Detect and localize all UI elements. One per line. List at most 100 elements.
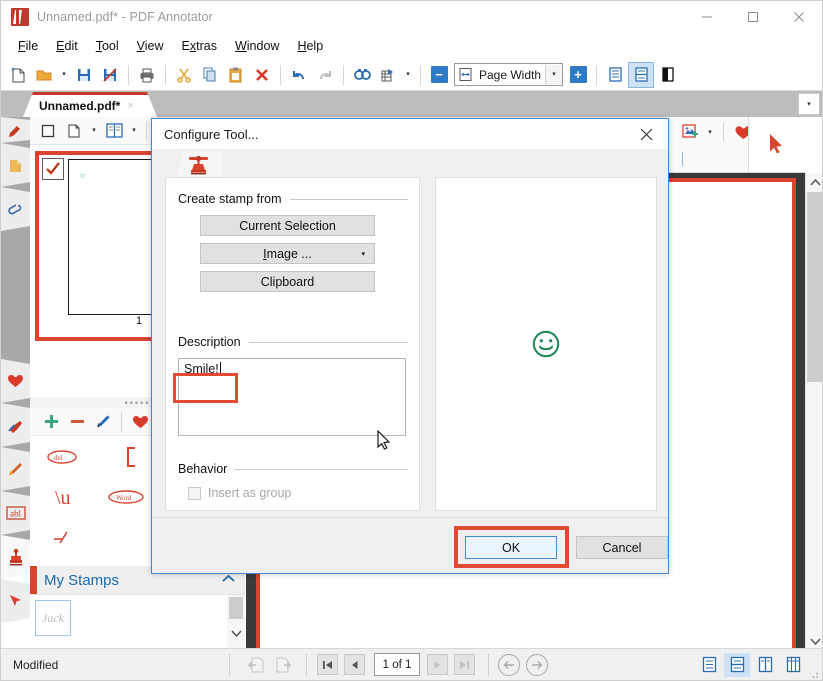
- new-document-icon[interactable]: [5, 62, 31, 88]
- clipboard-button[interactable]: Clipboard: [200, 271, 375, 292]
- find-icon[interactable]: [349, 62, 375, 88]
- stamp-item-bracket-left[interactable]: [108, 440, 156, 474]
- rail-tab-bookmarks[interactable]: [1, 117, 30, 143]
- view-mode-single[interactable]: [696, 653, 722, 677]
- my-stamps-scroll-thumb[interactable]: [229, 597, 243, 619]
- rail-tab-markers[interactable]: [1, 403, 30, 447]
- stamp-item-oval-1[interactable]: del: [38, 440, 86, 474]
- save-icon[interactable]: [71, 62, 97, 88]
- undo-icon[interactable]: [286, 62, 312, 88]
- facing-view-icon[interactable]: [654, 62, 680, 88]
- remove-stamp-icon[interactable]: [64, 409, 90, 435]
- tab-overflow-caret[interactable]: ▾: [798, 93, 820, 115]
- image-button[interactable]: Image ... ▾: [200, 243, 375, 264]
- menu-tool[interactable]: Tool: [87, 36, 128, 56]
- svg-text:\u00b6: \u00b6: [55, 487, 70, 509]
- cursor-preview-pane: [748, 117, 806, 172]
- favorite-stamp-heart-icon[interactable]: [127, 409, 153, 435]
- insert-page-icon[interactable]: [61, 118, 87, 144]
- navigate-back-button[interactable]: [498, 653, 520, 676]
- menu-view[interactable]: View: [128, 36, 173, 56]
- view-mode-grid[interactable]: [780, 653, 806, 677]
- previous-document-button[interactable]: [244, 654, 268, 676]
- menu-edit[interactable]: Edit: [47, 36, 87, 56]
- main-toolbar: ▾ ▾ − Page Width ▾ +: [1, 59, 822, 91]
- page-sort-icon[interactable]: [375, 62, 401, 88]
- zoom-out-button[interactable]: −: [426, 62, 452, 88]
- open-document-icon[interactable]: [31, 62, 57, 88]
- continuous-view-icon[interactable]: [628, 61, 655, 88]
- resize-grip[interactable]: [809, 668, 819, 678]
- rail-tab-pencil[interactable]: [1, 447, 30, 491]
- ok-button[interactable]: OK: [465, 536, 557, 559]
- page-indicator[interactable]: 1 of 1: [374, 653, 420, 676]
- single-page-view-icon[interactable]: [602, 62, 628, 88]
- paste-icon[interactable]: [223, 62, 249, 88]
- scroll-up-icon[interactable]: [806, 173, 822, 191]
- current-selection-button[interactable]: Current Selection: [200, 215, 375, 236]
- first-page-button[interactable]: [315, 654, 339, 676]
- page-sort-caret[interactable]: ▾: [401, 62, 415, 88]
- last-page-button[interactable]: [452, 654, 476, 676]
- dialog-close-button[interactable]: [624, 119, 668, 149]
- next-document-button[interactable]: [271, 654, 295, 676]
- my-stamp-jack[interactable]: Jack: [35, 600, 71, 636]
- stamp-item-oval-word[interactable]: Word: [102, 480, 150, 514]
- zoom-dropdown-caret[interactable]: ▾: [545, 65, 563, 84]
- rail-tab-attachments[interactable]: [1, 187, 30, 231]
- behavior-group: Behavior Insert as group: [178, 460, 408, 500]
- rail-tab-favorites[interactable]: [1, 359, 30, 403]
- image-dropdown-caret[interactable]: ▾: [361, 250, 365, 258]
- document-vertical-scrollbar[interactable]: [805, 173, 822, 651]
- dialog-tab-stamp[interactable]: [175, 151, 222, 179]
- menu-file[interactable]: FFileile: [9, 36, 47, 56]
- menu-window[interactable]: Window: [226, 36, 288, 56]
- description-input[interactable]: Smile!: [178, 358, 406, 436]
- rail-tab-arrow[interactable]: [1, 579, 30, 623]
- menu-help[interactable]: Help: [288, 36, 332, 56]
- thumbnail-checkbox[interactable]: [42, 158, 64, 180]
- menu-extras[interactable]: Extras: [173, 36, 226, 56]
- group-divider-line: [235, 468, 408, 470]
- view-mode-continuous[interactable]: [724, 652, 750, 677]
- open-dropdown-caret[interactable]: ▾: [57, 62, 71, 88]
- document-scroll-thumb[interactable]: [807, 192, 822, 382]
- minimize-button[interactable]: [684, 1, 730, 33]
- my-stamps-scroll-down-icon[interactable]: [227, 625, 245, 643]
- save-as-icon[interactable]: [97, 62, 123, 88]
- add-stamp-icon[interactable]: [38, 409, 64, 435]
- mouse-cursor: [377, 430, 391, 450]
- stamp-item-pilcrow[interactable]: \u00b6: [38, 480, 86, 514]
- my-stamps-body[interactable]: Jack: [30, 594, 245, 652]
- my-stamps-scrollbar[interactable]: [227, 595, 245, 652]
- navigate-forward-button[interactable]: [526, 653, 548, 676]
- maximize-button[interactable]: [730, 1, 776, 33]
- cancel-button[interactable]: Cancel: [576, 536, 668, 559]
- book-view-icon[interactable]: [101, 118, 127, 144]
- close-button[interactable]: [776, 1, 822, 33]
- edit-stamp-pencil-icon[interactable]: [90, 409, 116, 435]
- rail-tab-pages[interactable]: [1, 143, 30, 187]
- delete-icon[interactable]: [249, 62, 275, 88]
- zoom-combo[interactable]: Page Width ▾: [454, 63, 564, 86]
- my-stamps-collapse-chevron[interactable]: [222, 574, 235, 586]
- rail-tab-stamps[interactable]: [1, 535, 30, 579]
- copy-icon[interactable]: [197, 62, 223, 88]
- add-stamp-tool-caret[interactable]: ▾: [703, 119, 717, 145]
- tab-close-icon[interactable]: ×: [127, 100, 133, 112]
- tab-unnamed-pdf[interactable]: Unnamed.pdf* ×: [23, 92, 157, 117]
- rail-tab-text[interactable]: abl: [1, 491, 30, 535]
- previous-page-button[interactable]: [342, 654, 366, 676]
- page-width-icon: [455, 67, 475, 82]
- next-page-button[interactable]: [425, 654, 449, 676]
- view-mode-group: [694, 652, 822, 677]
- insert-page-caret[interactable]: ▾: [87, 118, 101, 144]
- zoom-in-button[interactable]: +: [565, 62, 591, 88]
- stamp-item-slash[interactable]: [38, 520, 86, 554]
- book-view-caret[interactable]: ▾: [127, 118, 141, 144]
- print-icon[interactable]: [134, 62, 160, 88]
- add-stamp-tool-icon[interactable]: [677, 119, 703, 145]
- view-mode-facing[interactable]: [752, 653, 778, 677]
- select-mode-icon[interactable]: [35, 118, 61, 144]
- cut-icon[interactable]: [171, 62, 197, 88]
